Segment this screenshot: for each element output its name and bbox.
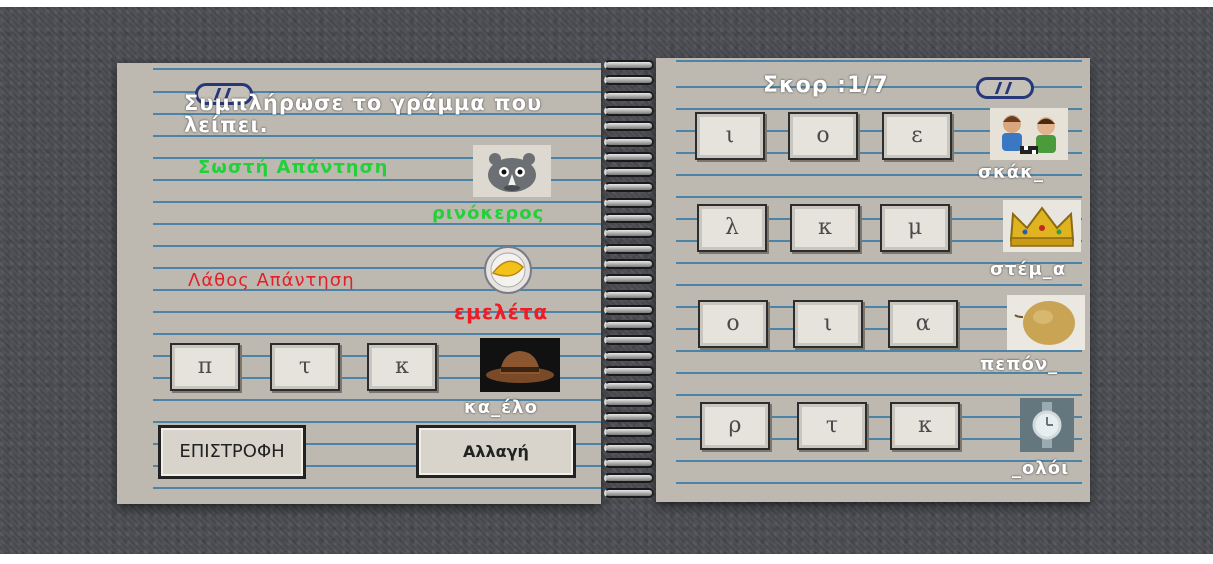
spiral-ring — [604, 75, 654, 86]
spiral-ring — [604, 105, 654, 116]
target-word: πεπόν_ — [980, 354, 1059, 375]
wristwatch-icon — [1020, 398, 1074, 452]
top-border — [0, 0, 1213, 7]
instruction-text: Συμπλήρωσε το γράμμα που λείπει. — [184, 91, 543, 137]
letter-option-2[interactable]: μ — [880, 204, 950, 252]
spiral-ring — [604, 228, 654, 239]
wrong-answer-label: Λάθος Απάντηση — [188, 270, 355, 291]
spiral-ring — [604, 197, 654, 208]
target-word: σκάκ_ — [978, 162, 1044, 183]
letter-option-2[interactable]: κ — [890, 402, 960, 450]
letter-option-1[interactable]: τ — [270, 343, 340, 391]
spiral-ring — [604, 182, 654, 193]
correct-answer-label: Σωστή Απάντηση — [198, 157, 389, 178]
spiral-ring — [604, 396, 654, 407]
score-label: Σκορ :1/7 — [763, 73, 889, 98]
spiral-ring — [604, 442, 654, 453]
page-tab-icon — [976, 77, 1034, 99]
kids-playing-chess-icon — [990, 108, 1068, 160]
letter-option-0[interactable]: λ — [697, 204, 767, 252]
spiral-ring — [604, 350, 654, 361]
letter-option-2[interactable]: ε — [882, 112, 952, 160]
spiral-ring — [604, 457, 654, 468]
target-word: κα_έλο — [464, 397, 538, 418]
letter-option-0[interactable]: ο — [698, 300, 768, 348]
wrong-answer-word: εμελέτα — [454, 300, 549, 324]
omelette-icon — [483, 245, 533, 295]
letter-option-0[interactable]: ι — [695, 112, 765, 160]
spiral-ring — [604, 213, 654, 223]
spiral-ring — [604, 151, 654, 162]
letter-option-1[interactable]: ο — [788, 112, 858, 160]
back-button[interactable]: ΕΠΙΣΤΡΟΦΗ — [158, 425, 306, 479]
target-word: στέμ_α — [990, 259, 1067, 280]
spiral-ring — [604, 411, 654, 422]
spiral-ring — [604, 335, 654, 346]
spiral-ring — [604, 167, 654, 178]
letter-option-0[interactable]: ρ — [700, 402, 770, 450]
change-button[interactable]: Αλλαγή — [416, 425, 576, 478]
melon-icon — [1007, 295, 1085, 350]
letter-option-2[interactable]: α — [888, 300, 958, 348]
letter-option-1[interactable]: ι — [793, 300, 863, 348]
spiral-ring — [604, 366, 654, 376]
spiral-ring — [604, 381, 654, 392]
spiral-ring — [604, 488, 654, 499]
spiral-ring — [604, 427, 654, 438]
target-word: _ολόι — [1012, 458, 1070, 479]
rhino-icon — [473, 145, 551, 197]
spiral-ring — [604, 274, 654, 285]
spiral-ring — [604, 258, 654, 269]
notebook-spiral — [598, 60, 660, 508]
correct-answer-word: ρινόκερος — [432, 203, 545, 224]
spiral-ring — [604, 289, 654, 300]
letter-option-0[interactable]: π — [170, 343, 240, 391]
spiral-ring — [604, 473, 654, 484]
spiral-ring — [604, 60, 654, 70]
letter-option-1[interactable]: κ — [790, 204, 860, 252]
letter-option-1[interactable]: τ — [797, 402, 867, 450]
spiral-ring — [604, 320, 654, 331]
crown-icon — [1003, 200, 1081, 252]
spiral-ring — [604, 136, 654, 147]
bottom-border — [0, 554, 1213, 564]
spiral-ring — [604, 243, 654, 254]
hat-icon — [480, 338, 560, 392]
spiral-ring — [604, 304, 654, 315]
letter-option-2[interactable]: κ — [367, 343, 437, 391]
spiral-ring — [604, 90, 654, 101]
spiral-ring — [604, 121, 654, 132]
